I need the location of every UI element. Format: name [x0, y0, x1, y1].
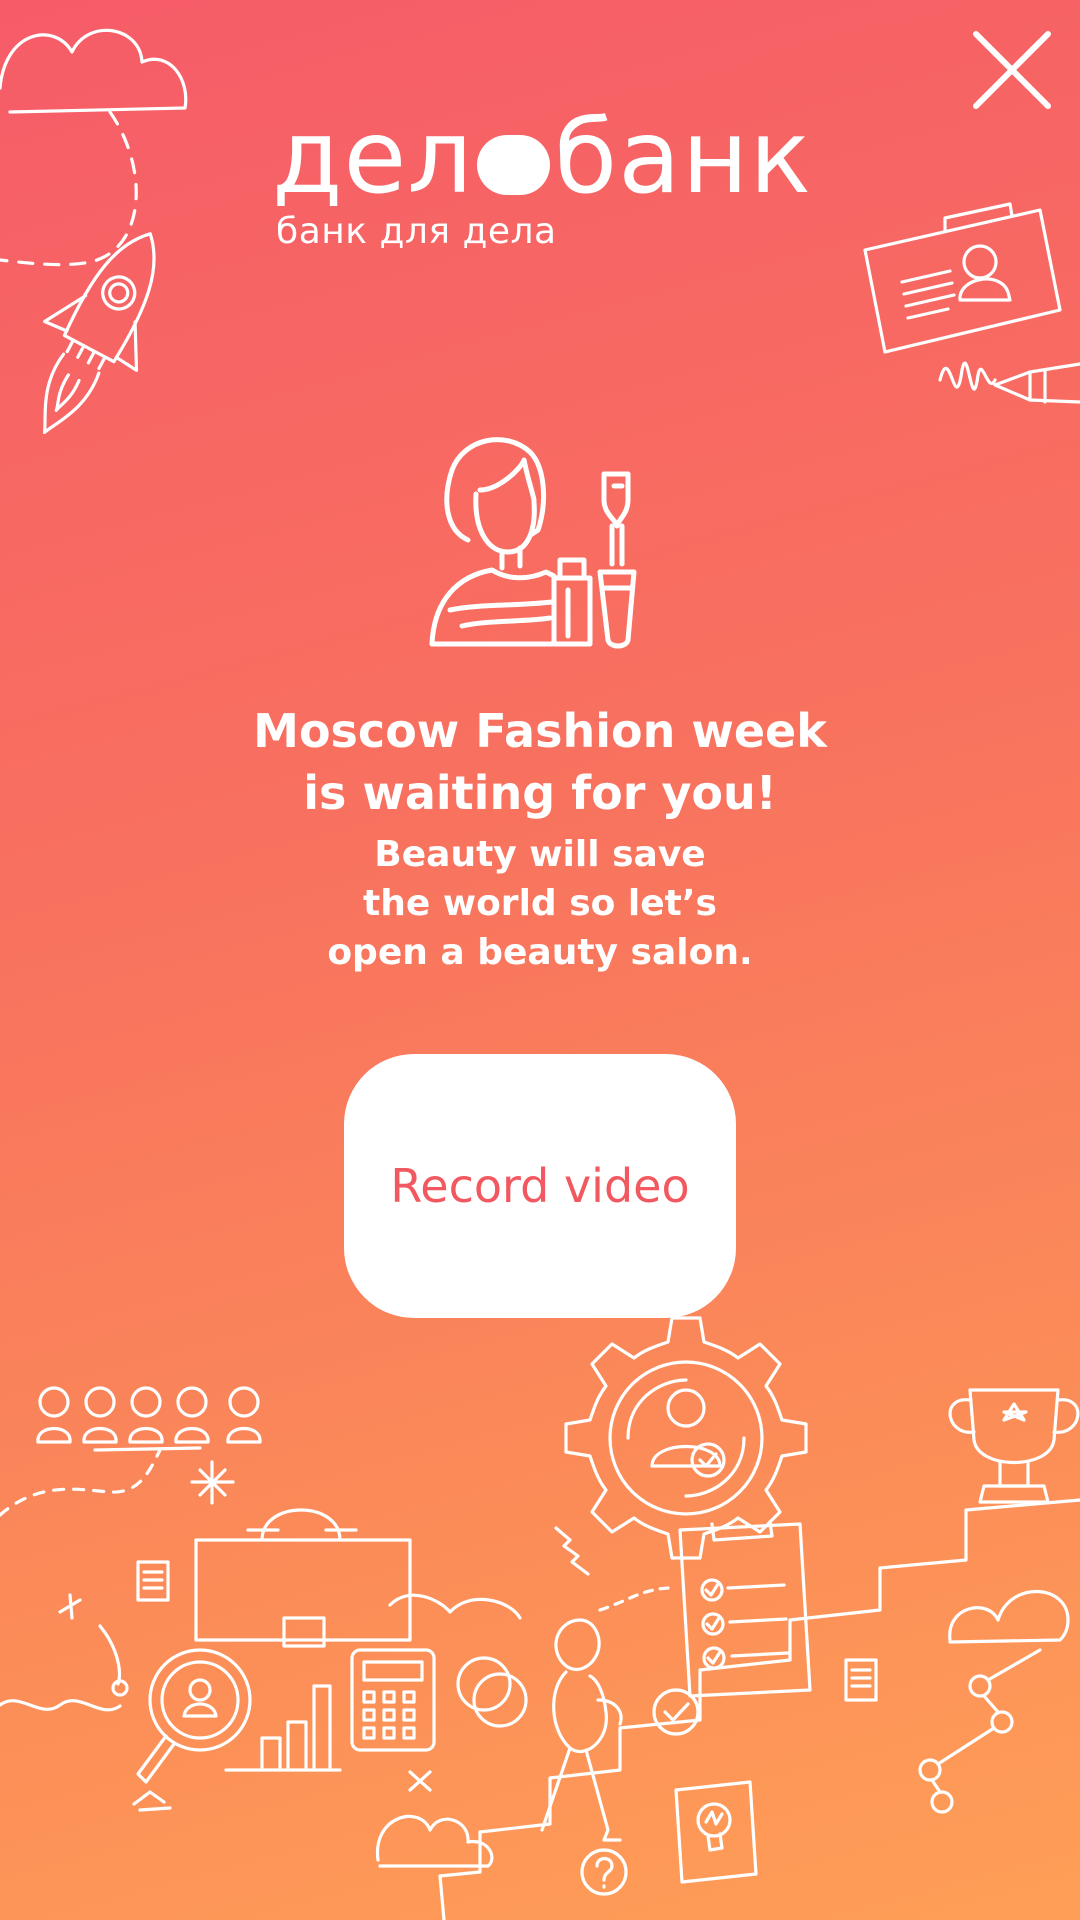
- cloud-icon-3: [948, 1589, 1070, 1644]
- woman-figure-icon: [540, 1618, 623, 1842]
- search-person-icon: [136, 1648, 252, 1784]
- promo-title-line2: is waiting for you!: [303, 766, 777, 820]
- small-arrow: [132, 1790, 172, 1812]
- squiggle: [554, 1526, 590, 1576]
- promo-title-line1: Moscow Fashion week: [253, 704, 827, 758]
- lightbulb-card-icon: [674, 1780, 758, 1884]
- stairs: [438, 1498, 1080, 1920]
- dashed-trail: [0, 110, 138, 267]
- logo-text-left: дел: [272, 98, 474, 217]
- beauty-salon-icon: [429, 437, 637, 649]
- logo-wordmark: дел банк: [272, 98, 812, 217]
- cloud-icon-2: [375, 1814, 494, 1868]
- cloud-line: [0, 1593, 522, 1712]
- rocket-icon: [42, 232, 156, 435]
- record-video-button[interactable]: Record video: [344, 1054, 736, 1318]
- logo-text-right: банк: [554, 98, 812, 217]
- id-card-icon: [863, 202, 1062, 354]
- dashed-path: [0, 1448, 162, 1517]
- sparkle-icon-2: [408, 1770, 432, 1792]
- document-icon-2: [844, 1658, 878, 1702]
- logo-pill-icon: [477, 135, 551, 195]
- document-icon: [136, 1560, 170, 1602]
- promo-subtitle-line2: the world so let’s: [363, 883, 717, 924]
- close-button[interactable]: [970, 28, 1054, 112]
- cloud-icon: [0, 28, 188, 114]
- arrow-curve: [58, 1593, 122, 1686]
- sparkle-icon: [190, 1460, 235, 1505]
- promo-subtitle-line3: open a beauty salon.: [327, 932, 753, 973]
- dashed-path-2: [598, 1586, 670, 1612]
- pen-icon: [938, 361, 1080, 404]
- close-icon: [973, 31, 1051, 109]
- trophy-icon: [948, 1388, 1080, 1504]
- briefcase-icon: [194, 1508, 412, 1648]
- brand-tagline: банк для дела: [276, 211, 557, 252]
- brand-logo: дел банк банк для дела: [272, 98, 812, 252]
- network-icon: [918, 1648, 1042, 1814]
- promo-text: Moscow Fashion week is waiting for you! …: [0, 700, 1080, 977]
- check-circle-icon: [652, 1688, 700, 1736]
- calculator-icon: [350, 1648, 436, 1752]
- promo-subtitle-line1: Beauty will save: [374, 834, 706, 875]
- coins-icon: [456, 1656, 528, 1728]
- people-group-icon: [36, 1386, 262, 1452]
